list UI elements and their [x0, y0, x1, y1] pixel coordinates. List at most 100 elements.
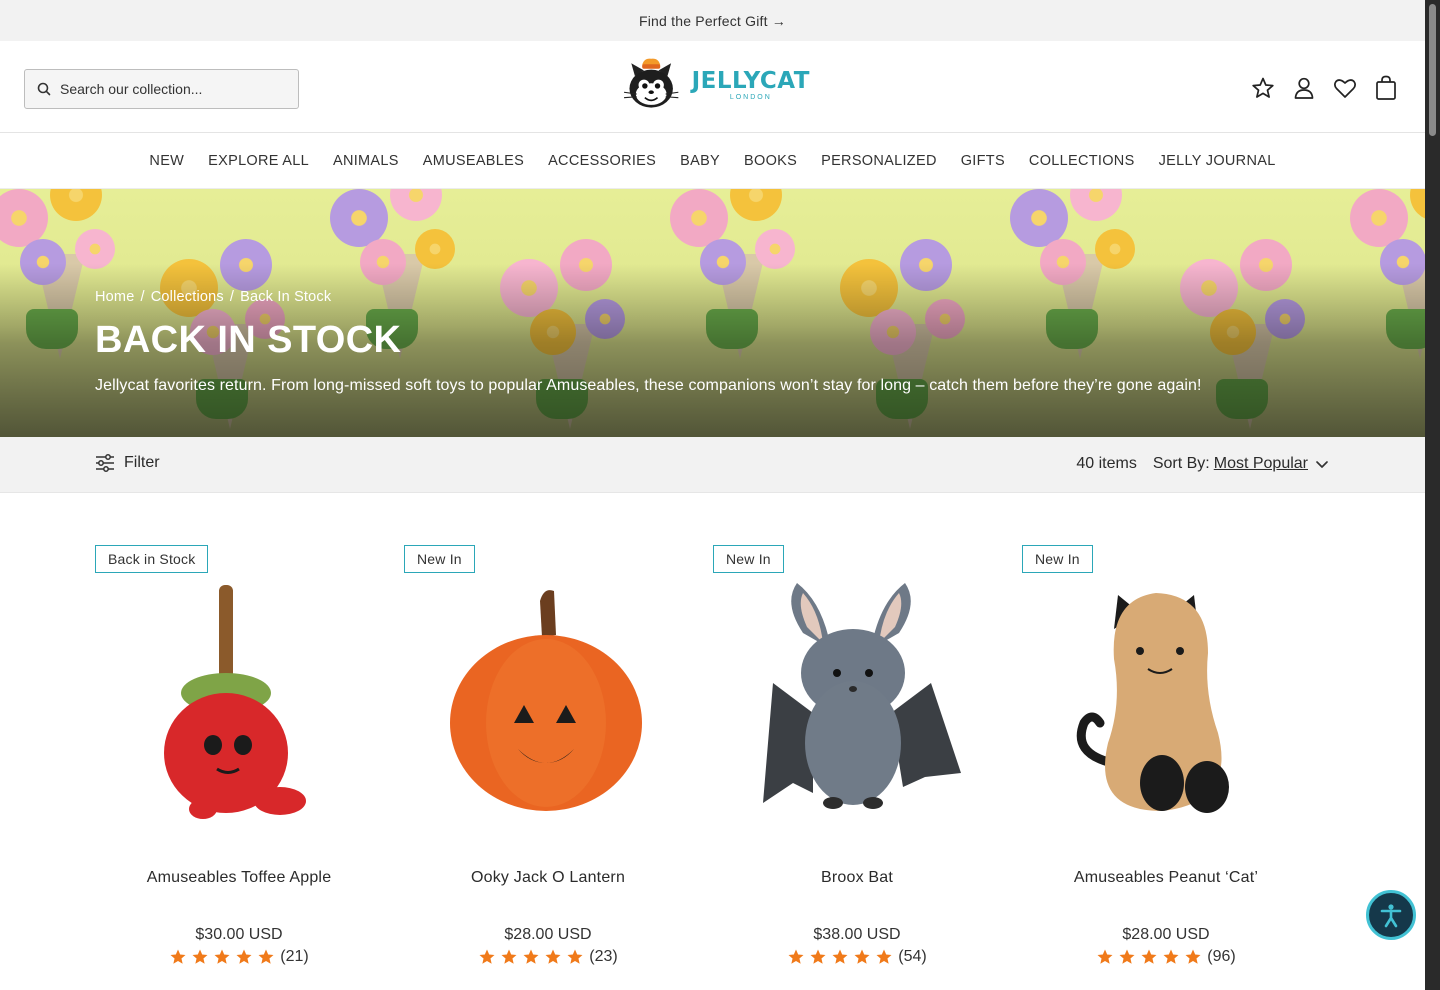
header-icons: [1250, 75, 1399, 101]
product-price: $30.00 USD: [195, 926, 283, 943]
announcement-text[interactable]: Find the Perfect Gift →: [639, 13, 786, 29]
accessibility-icon: [1380, 904, 1402, 928]
product-badge: New In: [404, 545, 475, 573]
account-icon[interactable]: [1291, 75, 1317, 101]
star-icon[interactable]: [1250, 75, 1276, 101]
search-input[interactable]: [60, 81, 280, 97]
hero-text: Home / Collections / Back In Stock BACK …: [95, 289, 1385, 395]
product-card[interactable]: Back in Stock Amuseables Toffee Apple $3…: [95, 545, 404, 966]
star-rating-icon: [258, 949, 274, 964]
review-count: (54): [898, 948, 927, 965]
breadcrumb-separator: /: [140, 289, 145, 305]
star-rating-icon: [236, 949, 252, 964]
nav-item-books[interactable]: BOOKS: [732, 153, 809, 169]
filter-label: Filter: [124, 454, 160, 471]
star-rating-icon: [1097, 949, 1113, 964]
breadcrumb-current: Back In Stock: [240, 289, 332, 305]
logo-word: JELLYCAT: [691, 68, 810, 94]
star-rating-icon: [788, 949, 804, 964]
product-badge: New In: [1022, 545, 1093, 573]
wishlist-heart-icon[interactable]: [1332, 75, 1358, 101]
nav-item-explore-all[interactable]: EXPLORE ALL: [196, 153, 321, 169]
product-name[interactable]: Amuseables Peanut ‘Cat’: [1022, 869, 1310, 887]
product-card[interactable]: New In Ooky Jack O Lantern $28.00 USD (2…: [404, 545, 713, 966]
nav-item-accessories[interactable]: ACCESSORIES: [536, 153, 668, 169]
product-rating: (54): [713, 948, 1001, 966]
star-rating-icon: [1141, 949, 1157, 964]
jellycat-logo[interactable]: JELLYCAT LONDON: [615, 53, 810, 117]
page-description: Jellycat favorites return. From long-mis…: [95, 377, 1202, 394]
filter-bar: Filter 40 items Sort By: Most Popular: [0, 437, 1425, 493]
rating-stars: [1096, 948, 1202, 966]
star-rating-icon: [192, 949, 208, 964]
main-nav: NEW EXPLORE ALL ANIMALS AMUSEABLES ACCES…: [0, 133, 1425, 189]
scrollbar-thumb[interactable]: [1429, 4, 1436, 136]
star-rating-icon: [170, 949, 186, 964]
star-rating-icon: [810, 949, 826, 964]
site-header: JELLYCAT LONDON: [0, 41, 1425, 133]
bag-icon[interactable]: [1373, 75, 1399, 101]
star-rating-icon: [567, 949, 583, 964]
star-rating-icon: [876, 949, 892, 964]
page: Find the Perfect Gift → Search our colle…: [0, 0, 1425, 990]
rating-stars: [787, 948, 893, 966]
star-rating-icon: [832, 949, 848, 964]
breadcrumb-home[interactable]: Home: [95, 289, 134, 305]
review-count: (21): [280, 948, 309, 965]
cat-mascot-logo: [623, 58, 679, 108]
nav-item-amuseables[interactable]: AMUSEABLES: [411, 153, 536, 169]
product-rating: (21): [95, 948, 383, 966]
page-title: BACK IN STOCK: [95, 319, 402, 361]
nav-item-collections[interactable]: COLLECTIONS: [1017, 153, 1147, 169]
product-rating: (23): [404, 948, 692, 966]
search-box[interactable]: [24, 69, 299, 109]
product-image-bat[interactable]: [713, 573, 1022, 843]
nav-item-animals[interactable]: ANIMALS: [321, 153, 411, 169]
search-icon: [37, 82, 51, 96]
announcement-bar[interactable]: Find the Perfect Gift →: [0, 0, 1425, 41]
star-rating-icon: [545, 949, 561, 964]
sort-dropdown[interactable]: Most Popular: [1214, 455, 1308, 473]
review-count: (96): [1207, 948, 1236, 965]
nav-item-gifts[interactable]: GIFTS: [949, 153, 1017, 169]
review-count: (23): [589, 948, 618, 965]
breadcrumb-collections[interactable]: Collections: [151, 289, 224, 305]
star-rating-icon: [501, 949, 517, 964]
sort-area: 40 items Sort By: Most Popular: [1076, 455, 1330, 473]
product-grid: Back in Stock Amuseables Toffee Apple $3…: [95, 545, 1331, 966]
product-card[interactable]: New In Broox Bat $38.00 USD (54): [713, 545, 1022, 966]
product-card[interactable]: New In Amuseables Peanut ‘Cat’ $28.00 US…: [1022, 545, 1331, 966]
product-name[interactable]: Broox Bat: [713, 869, 1001, 887]
star-rating-icon: [479, 949, 495, 964]
filter-sliders-icon: [96, 454, 114, 472]
star-rating-icon: [1119, 949, 1135, 964]
star-rating-icon: [854, 949, 870, 964]
filter-button[interactable]: Filter: [95, 454, 160, 472]
star-rating-icon: [214, 949, 230, 964]
product-name[interactable]: Amuseables Toffee Apple: [95, 869, 383, 887]
nav-item-personalized[interactable]: PERSONALIZED: [809, 153, 949, 169]
product-price: $38.00 USD: [813, 926, 901, 943]
breadcrumb: Home / Collections / Back In Stock: [95, 289, 1385, 305]
nav-item-new[interactable]: NEW: [137, 153, 196, 169]
product-name[interactable]: Ooky Jack O Lantern: [404, 869, 692, 887]
breadcrumb-separator: /: [229, 289, 235, 305]
nav-item-jelly-journal[interactable]: JELLY JOURNAL: [1147, 153, 1288, 169]
product-image-toffee-apple[interactable]: [95, 573, 404, 843]
rating-stars: [169, 948, 275, 966]
product-price: $28.00 USD: [504, 926, 592, 943]
product-image-jack-o-lantern[interactable]: [404, 573, 713, 843]
chevron-down-icon[interactable]: [1314, 456, 1330, 472]
product-rating: (96): [1022, 948, 1310, 966]
rating-stars: [478, 948, 584, 966]
item-count: 40 items: [1076, 455, 1137, 472]
product-image-peanut-cat[interactable]: [1022, 573, 1331, 843]
logo-wordmark: JELLYCAT LONDON: [692, 69, 810, 101]
logo-sub: LONDON: [729, 94, 772, 101]
product-badge: Back in Stock: [95, 545, 209, 573]
page-scrollbar[interactable]: [1425, 0, 1440, 990]
nav-item-baby[interactable]: BABY: [668, 153, 732, 169]
star-rating-icon: [1185, 949, 1201, 964]
accessibility-button[interactable]: [1366, 890, 1416, 940]
star-rating-icon: [523, 949, 539, 964]
